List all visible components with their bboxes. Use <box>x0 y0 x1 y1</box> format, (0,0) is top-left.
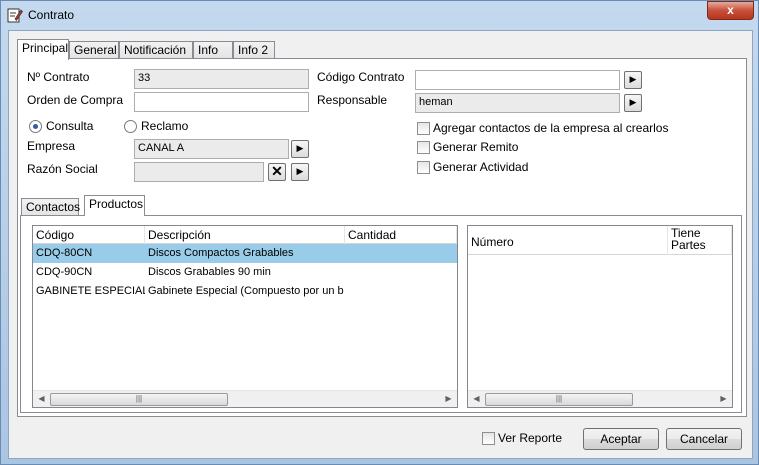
tab-label: Contactos <box>26 200 81 214</box>
radio-selected-dot <box>33 124 38 129</box>
arrow-right-icon: ▶ <box>629 97 637 107</box>
grid-header: Número Tiene Partes <box>468 226 732 255</box>
orden-compra-field[interactable] <box>134 92 309 112</box>
responsable-field[interactable]: heman <box>415 93 620 113</box>
x-icon: ✕ <box>271 163 283 179</box>
arrow-right-icon: ▶ <box>629 74 637 84</box>
table-row[interactable]: GABINETE ESPECIAL Gabinete Especial (Com… <box>33 282 457 301</box>
razon-social-field[interactable] <box>134 162 264 182</box>
productos-grid[interactable]: Código Descripción Cantidad CDQ-80CN Dis… <box>32 225 458 408</box>
tab-productos[interactable]: Productos <box>84 195 145 216</box>
nro-contrato-label: Nº Contrato <box>27 70 90 84</box>
empresa-field[interactable]: CANAL A <box>134 139 289 159</box>
cell-cantidad <box>345 263 457 282</box>
column-cantidad[interactable]: Cantidad <box>345 226 457 244</box>
tab-label: Notificación <box>124 43 187 57</box>
scrollbar-thumb[interactable]: ||| <box>485 393 633 406</box>
responsable-lookup-button[interactable]: ▶ <box>624 94 642 112</box>
table-row[interactable]: CDQ-90CN Discos Grabables 90 min <box>33 263 457 282</box>
tab-label: Info <box>198 43 219 57</box>
cell-cantidad <box>345 244 457 263</box>
consulta-radio[interactable] <box>29 120 42 133</box>
agregar-contactos-checkbox[interactable] <box>417 122 430 135</box>
cell-descripcion: Discos Compactos Grabables <box>148 247 294 259</box>
cell-descripcion: Gabinete Especial (Compuesto por un b <box>148 285 344 297</box>
table-row[interactable]: CDQ-80CN Discos Compactos Grabables <box>33 244 457 263</box>
codigo-contrato-lookup-button[interactable]: ▶ <box>624 71 642 89</box>
tab-label: Productos <box>89 197 144 211</box>
scrollbar-thumb[interactable]: ||| <box>50 393 228 406</box>
tab-label: Principal <box>22 41 69 55</box>
scroll-left-icon[interactable]: ◀ <box>33 391 50 407</box>
tab-info[interactable]: Info <box>193 41 233 59</box>
empresa-lookup-button[interactable]: ▶ <box>291 140 309 158</box>
cell-descripcion: Discos Grabables 90 min <box>148 266 271 278</box>
tab-principal[interactable]: Principal <box>17 39 69 60</box>
reclamo-radio[interactable] <box>124 120 137 133</box>
responsable-label: Responsable <box>317 93 388 107</box>
agregar-contactos-label: Agregar contactos de la empresa al crear… <box>433 121 669 135</box>
generar-remito-label: Generar Remito <box>433 140 519 154</box>
razon-social-lookup-button[interactable]: ▶ <box>291 163 309 181</box>
scroll-right-icon[interactable]: ▶ <box>440 391 457 407</box>
scroll-right-icon[interactable]: ▶ <box>715 391 732 407</box>
arrow-right-icon: ▶ <box>296 143 304 153</box>
ver-reporte-label: Ver Reporte <box>498 431 563 445</box>
column-tiene-partes[interactable]: Tiene Partes <box>668 226 732 255</box>
ver-reporte-checkbox[interactable] <box>482 432 495 445</box>
client-area: Principal General Notificación Info Info… <box>8 30 753 459</box>
razon-social-clear-button[interactable]: ✕ <box>268 163 286 181</box>
column-descripcion[interactable]: Descripción <box>145 226 345 244</box>
tab-general[interactable]: General <box>69 41 119 59</box>
cell-codigo: GABINETE ESPECIAL <box>36 285 145 297</box>
cell-cantidad <box>345 282 457 301</box>
orden-compra-label: Orden de Compra <box>27 93 124 107</box>
tab-label: Info 2 <box>238 43 269 57</box>
nro-contrato-field[interactable]: 33 <box>134 69 309 89</box>
razon-social-label: Razón Social <box>27 162 98 176</box>
aceptar-button[interactable]: Aceptar <box>583 428 659 450</box>
cell-codigo: CDQ-90CN <box>36 266 93 278</box>
codigo-contrato-label: Código Contrato <box>317 70 405 84</box>
column-numero[interactable]: Número <box>468 226 668 255</box>
codigo-contrato-field[interactable] <box>415 70 620 90</box>
grid-header: Código Descripción Cantidad <box>33 226 457 244</box>
reclamo-label: Reclamo <box>141 119 189 133</box>
principal-tab-page: Nº Contrato 33 Orden de Compra Consulta … <box>17 58 747 417</box>
empresa-label: Empresa <box>27 139 76 153</box>
tab-label: General <box>74 43 117 57</box>
contrato-window: Contrato x Principal General Notificació… <box>0 0 759 465</box>
window-title: Contrato <box>28 8 75 22</box>
generar-remito-checkbox[interactable] <box>417 141 430 154</box>
partes-grid[interactable]: Número Tiene Partes ◀ ||| ▶ <box>467 225 733 408</box>
close-button[interactable]: x <box>707 1 754 20</box>
productos-tab-page: Código Descripción Cantidad CDQ-80CN Dis… <box>20 215 742 413</box>
edit-document-icon <box>7 7 23 23</box>
column-codigo[interactable]: Código <box>33 226 145 244</box>
cancelar-button[interactable]: Cancelar <box>666 428 742 450</box>
cell-codigo: CDQ-80CN <box>36 247 93 259</box>
tab-contactos[interactable]: Contactos <box>21 198 81 216</box>
tab-info-2[interactable]: Info 2 <box>233 41 275 59</box>
generar-actividad-checkbox[interactable] <box>417 161 430 174</box>
tab-notificacion[interactable]: Notificación <box>119 41 193 59</box>
arrow-right-icon: ▶ <box>296 166 304 176</box>
horizontal-scrollbar[interactable]: ◀ ||| ▶ <box>33 390 457 407</box>
scroll-left-icon[interactable]: ◀ <box>468 391 485 407</box>
title-bar[interactable]: Contrato x <box>1 1 758 29</box>
consulta-label: Consulta <box>46 119 94 133</box>
horizontal-scrollbar[interactable]: ◀ ||| ▶ <box>468 390 732 407</box>
generar-actividad-label: Generar Actividad <box>433 160 529 174</box>
close-icon: x <box>727 3 734 17</box>
